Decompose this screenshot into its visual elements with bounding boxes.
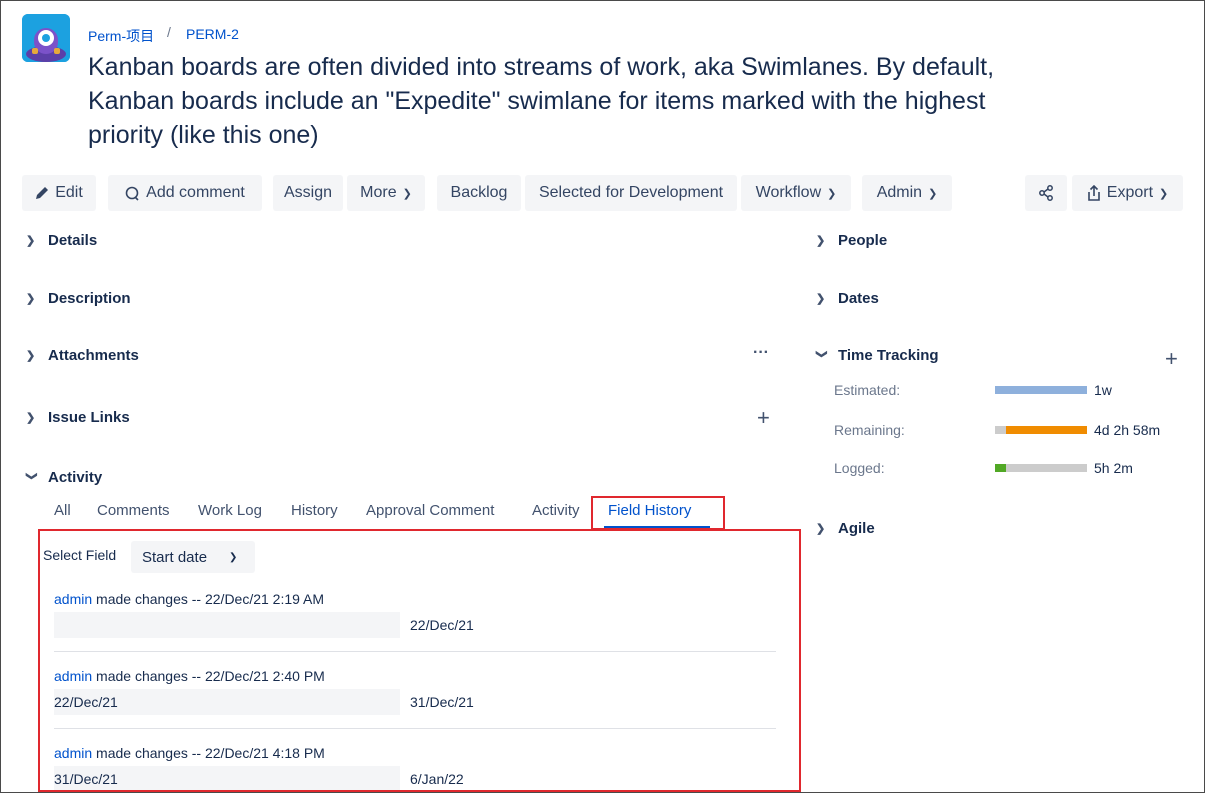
select-field-label: Select Field [43, 547, 117, 563]
history-entry-header: admin made changes -- 22/Dec/21 4:18 PM [54, 745, 325, 761]
activity-section-toggle[interactable]: ❯ Activity [25, 469, 103, 486]
select-field-dropdown[interactable]: Start date ❯ [131, 541, 255, 573]
admin-button[interactable]: Admin ❯ [862, 175, 952, 211]
issue-links-section-toggle[interactable]: ❯ Issue Links [26, 409, 130, 426]
active-tab-underline [604, 526, 710, 528]
tab-activity[interactable]: Activity [532, 502, 580, 519]
chevron-down-icon: ❯ [229, 551, 238, 563]
chevron-right-icon: ❯ [26, 412, 36, 424]
history-new-value: 22/Dec/21 [410, 617, 474, 633]
chevron-right-icon: ❯ [816, 235, 826, 247]
selected-for-development-button[interactable]: Selected for Development [525, 175, 737, 211]
chevron-right-icon: ❯ [26, 293, 36, 305]
tab-work-log[interactable]: Work Log [198, 502, 262, 519]
details-section-toggle[interactable]: ❯ Details [26, 232, 97, 249]
estimated-value: 1w [1094, 382, 1112, 398]
agile-section-toggle[interactable]: ❯ Agile [816, 520, 875, 537]
log-work-add-icon[interactable]: + [1165, 346, 1178, 372]
history-user-link[interactable]: admin [54, 591, 92, 607]
chevron-down-icon: ❯ [928, 187, 938, 200]
estimated-bar [995, 386, 1087, 394]
history-old-value: 31/Dec/21 [54, 766, 400, 790]
history-new-value: 31/Dec/21 [410, 694, 474, 710]
history-entry-header: admin made changes -- 22/Dec/21 2:19 AM [54, 591, 325, 607]
backlog-button[interactable]: Backlog [437, 175, 521, 211]
history-old-value [54, 612, 400, 638]
remaining-bar [995, 426, 1087, 434]
history-old-value: 22/Dec/21 [54, 689, 400, 715]
tab-field-history[interactable]: Field History [608, 502, 691, 519]
export-button[interactable]: Export ❯ [1072, 175, 1183, 211]
remaining-value: 4d 2h 58m [1094, 422, 1161, 438]
share-icon [1039, 185, 1053, 201]
issue-summary: Kanban boards are often divided into str… [88, 53, 995, 149]
remaining-label: Remaining: [834, 422, 905, 438]
breadcrumb-issue-key[interactable]: PERM-2 [186, 26, 239, 42]
logged-label: Logged: [834, 460, 885, 476]
chevron-right-icon: ❯ [816, 293, 826, 305]
breadcrumb-project[interactable]: Perm-项目 [88, 26, 154, 46]
comment-icon [125, 186, 139, 201]
workflow-button[interactable]: Workflow ❯ [741, 175, 851, 211]
chevron-right-icon: ❯ [26, 235, 36, 247]
attachments-section-toggle[interactable]: ❯ Attachments [26, 347, 139, 364]
chevron-down-icon: ❯ [827, 187, 837, 200]
export-icon [1087, 185, 1100, 201]
tab-comments[interactable]: Comments [97, 502, 170, 519]
estimated-label: Estimated: [834, 382, 901, 398]
dates-section-toggle[interactable]: ❯ Dates [816, 290, 879, 307]
history-user-link[interactable]: admin [54, 745, 92, 761]
chevron-down-icon: ❯ [1159, 187, 1169, 200]
chevron-down-icon: ❯ [815, 349, 828, 359]
description-section-toggle[interactable]: ❯ Description [26, 290, 131, 307]
history-entry-header: admin made changes -- 22/Dec/21 2:40 PM [54, 668, 325, 684]
breadcrumb-separator: / [167, 24, 171, 40]
attachments-more-icon[interactable]: ··· [753, 344, 769, 362]
logged-bar [995, 464, 1087, 472]
tab-history[interactable]: History [291, 502, 338, 519]
logged-value: 5h 2m [1094, 460, 1133, 476]
share-button[interactable] [1025, 175, 1067, 211]
edit-button[interactable]: Edit [22, 175, 96, 211]
add-issue-link-icon[interactable]: + [757, 405, 770, 431]
tab-approval-comment[interactable]: Approval Comment [366, 502, 494, 519]
more-button[interactable]: More ❯ [347, 175, 425, 211]
chevron-right-icon: ❯ [816, 523, 826, 535]
tab-all[interactable]: All [54, 502, 71, 519]
history-divider [54, 728, 776, 729]
time-tracking-section-toggle[interactable]: ❯ Time Tracking [816, 347, 939, 364]
assign-button[interactable]: Assign [273, 175, 343, 211]
chevron-down-icon: ❯ [25, 471, 38, 481]
history-user-link[interactable]: admin [54, 668, 92, 684]
chevron-down-icon: ❯ [402, 187, 412, 200]
chevron-right-icon: ❯ [26, 350, 36, 362]
pencil-icon [36, 187, 49, 199]
project-avatar-icon[interactable] [22, 14, 70, 62]
people-section-toggle[interactable]: ❯ People [816, 232, 887, 249]
add-comment-button[interactable]: Add comment [108, 175, 262, 211]
history-divider [54, 651, 776, 652]
history-new-value: 6/Jan/22 [410, 771, 464, 787]
